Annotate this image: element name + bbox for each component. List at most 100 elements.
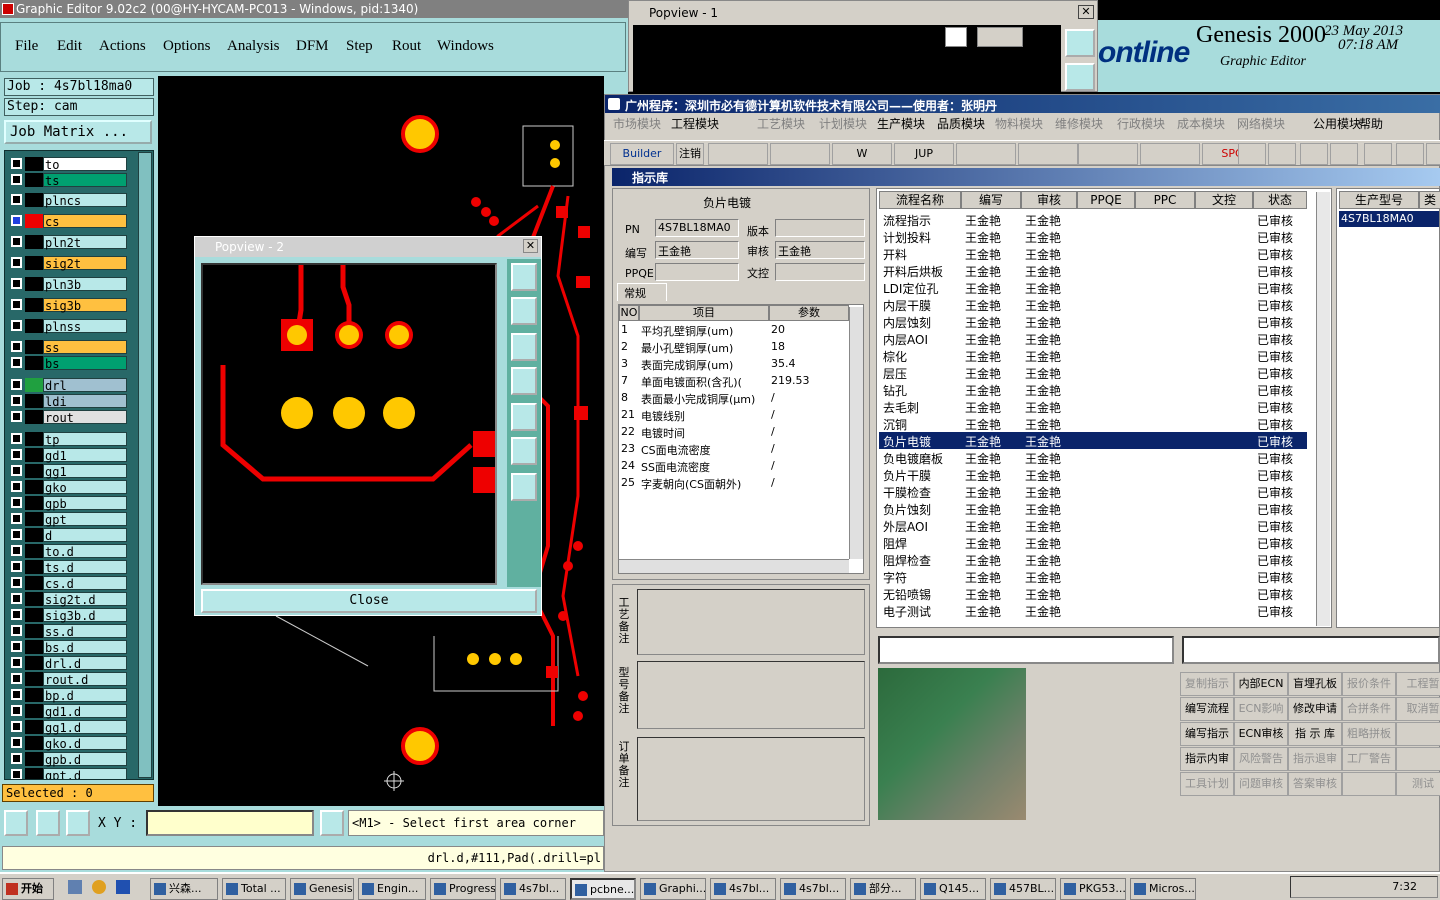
param-row[interactable]: 25 字麦朝向(CS面朝外) /: [619, 475, 849, 492]
pan-left-icon[interactable]: [511, 367, 537, 395]
process-note-field[interactable]: [637, 589, 865, 655]
layer-name[interactable]: bs.d: [43, 640, 127, 655]
doc-field[interactable]: [775, 263, 865, 281]
process-row[interactable]: 流程指示 王金艳 王金艳 已审核: [879, 211, 1307, 228]
process-row[interactable]: 负片电镀 王金艳 王金艳 已审核: [879, 432, 1307, 449]
param-col-value[interactable]: 参数: [769, 305, 849, 321]
zoom-in-icon[interactable]: [1065, 29, 1095, 57]
erp-menu-3[interactable]: 计划模块: [819, 115, 867, 132]
layer-row[interactable]: cs: [7, 214, 127, 229]
layer-name[interactable]: to: [43, 157, 127, 172]
taskbar-item[interactable]: Engin...: [358, 878, 426, 900]
layer-name[interactable]: ts: [43, 173, 127, 188]
quicklaunch-icon[interactable]: [68, 880, 82, 894]
layer-scrollbar[interactable]: [138, 152, 152, 778]
measure-tool-icon[interactable]: [36, 810, 60, 836]
process-row[interactable]: 阻焊检查 王金艳 王金艳 已审核: [879, 551, 1307, 568]
layer-checkbox[interactable]: [11, 236, 22, 247]
fit-icon[interactable]: [511, 437, 537, 465]
erp-menu-0[interactable]: 市场模块: [613, 115, 661, 132]
function-button[interactable]: 指示内审: [1180, 747, 1234, 771]
layer-name[interactable]: tp: [43, 432, 127, 447]
taskbar-item[interactable]: Genesis: [290, 878, 354, 900]
layer-name[interactable]: cs.d: [43, 576, 127, 591]
popview-1-title[interactable]: Popview - 1: [629, 3, 1097, 23]
layer-checkbox[interactable]: [11, 174, 22, 185]
version-field[interactable]: [775, 219, 865, 237]
layer-checkbox[interactable]: [11, 299, 22, 310]
start-button[interactable]: 开始: [2, 878, 54, 900]
layer-row[interactable]: rout.d: [7, 672, 127, 687]
job-matrix-button[interactable]: Job Matrix ...: [4, 120, 152, 144]
layer-checkbox[interactable]: [11, 689, 22, 700]
menu-rout[interactable]: Rout: [392, 38, 421, 55]
function-button[interactable]: 答案审核: [1288, 772, 1342, 796]
process-row[interactable]: 内层干膜 王金艳 王金艳 已审核: [879, 296, 1307, 313]
erp-menu-6[interactable]: 物料模块: [995, 115, 1043, 132]
popview-2-close-button[interactable]: Close: [201, 589, 537, 613]
function-button[interactable]: 编写流程: [1180, 697, 1234, 721]
layer-checkbox[interactable]: [11, 433, 22, 444]
process-row[interactable]: 字符 王金艳 王金艳 已审核: [879, 568, 1307, 585]
toolbar-button[interactable]: [1396, 143, 1424, 165]
toolbar-button[interactable]: [1364, 143, 1392, 165]
layer-name[interactable]: ts.d: [43, 560, 127, 575]
layer-name[interactable]: to.d: [43, 544, 127, 559]
function-button[interactable]: 指示退审: [1288, 747, 1342, 771]
process-row[interactable]: 钻孔 王金艳 王金艳 已审核: [879, 381, 1307, 398]
layer-row[interactable]: ss: [7, 340, 127, 355]
toolbar-button[interactable]: [770, 143, 830, 165]
layer-name[interactable]: sig2t: [43, 256, 127, 271]
taskbar-item[interactable]: 457BL...: [990, 878, 1056, 900]
param-col-no[interactable]: NO: [619, 305, 639, 321]
menu-options[interactable]: Options: [163, 38, 211, 55]
function-button[interactable]: 内部ECN: [1234, 672, 1288, 696]
toolbar-button[interactable]: [1018, 143, 1078, 165]
process-col-header[interactable]: 状态: [1253, 191, 1307, 209]
layer-name[interactable]: pln3b: [43, 277, 127, 292]
layer-row[interactable]: gko: [7, 480, 127, 495]
layer-checkbox[interactable]: [11, 721, 22, 732]
function-button[interactable]: [1396, 747, 1440, 771]
layer-checkbox[interactable]: [11, 465, 22, 476]
function-button[interactable]: 取消暂: [1396, 697, 1440, 721]
layer-checkbox[interactable]: [11, 449, 22, 460]
function-button[interactable]: 复制指示: [1180, 672, 1234, 696]
process-row[interactable]: 层压 王金艳 王金艳 已审核: [879, 364, 1307, 381]
close-icon[interactable]: ✕: [523, 239, 538, 253]
layer-name[interactable]: drl.d: [43, 656, 127, 671]
author-field[interactable]: 王金艳: [655, 241, 739, 259]
erp-menu-9[interactable]: 成本模块: [1177, 115, 1225, 132]
layer-row[interactable]: d: [7, 528, 127, 543]
toolbar-button[interactable]: [708, 143, 768, 165]
layer-name[interactable]: rout: [43, 410, 127, 425]
product-col-header-2[interactable]: 类: [1419, 191, 1440, 209]
erp-menu-8[interactable]: 行政模块: [1117, 115, 1165, 132]
pan-right-icon[interactable]: [511, 403, 537, 431]
layer-name[interactable]: gg1: [43, 464, 127, 479]
quicklaunch-icon[interactable]: [116, 880, 130, 894]
taskbar-item[interactable]: Micros...: [1130, 878, 1196, 900]
layer-name[interactable]: gg1.d: [43, 720, 127, 735]
layer-checkbox[interactable]: [11, 194, 22, 205]
process-col-header[interactable]: 审核: [1021, 191, 1077, 209]
layer-row[interactable]: gd1.d: [7, 704, 127, 719]
layer-checkbox[interactable]: [11, 395, 22, 406]
function-button[interactable]: 风险警告: [1234, 747, 1288, 771]
layer-checkbox[interactable]: [11, 341, 22, 352]
layer-row[interactable]: pln2t: [7, 235, 127, 250]
param-row[interactable]: 3 表面完成铜厚(um) 35.4: [619, 356, 849, 373]
zoom-tool-icon[interactable]: [4, 810, 28, 836]
layer-name[interactable]: gpb.d: [43, 752, 127, 767]
function-button[interactable]: 报价条件: [1342, 672, 1396, 696]
menu-file[interactable]: File: [15, 38, 38, 55]
layer-name[interactable]: rout.d: [43, 672, 127, 687]
filter-combo-2[interactable]: [1182, 636, 1440, 664]
layer-row[interactable]: ldi: [7, 394, 127, 409]
pan-down-icon[interactable]: [511, 333, 537, 361]
help-icon[interactable]: [977, 27, 1023, 47]
function-button[interactable]: ECN审核: [1234, 722, 1288, 746]
erp-menu-2[interactable]: 工艺模块: [757, 115, 805, 132]
layer-checkbox[interactable]: [11, 357, 22, 368]
model-note-field[interactable]: [637, 661, 865, 729]
